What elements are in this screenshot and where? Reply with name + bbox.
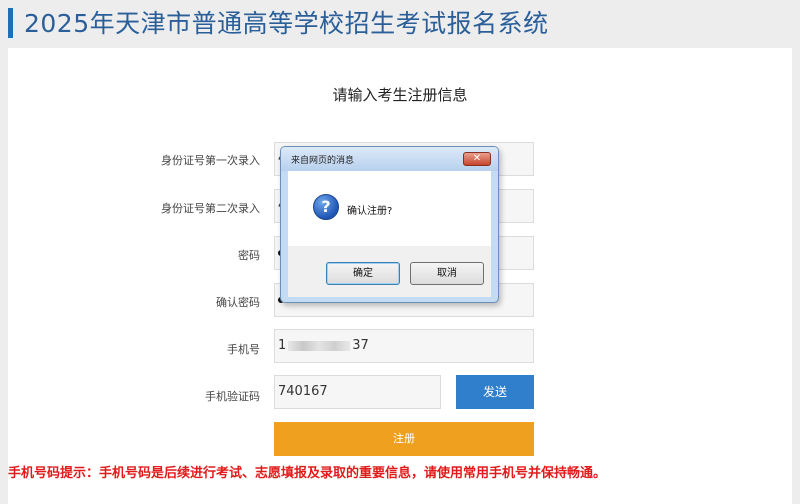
confirm-password-label: 确认密码 (216, 296, 260, 309)
question-icon: ? (313, 194, 339, 220)
page-header: 2025年天津市普通高等学校招生考试报名系统 (0, 0, 800, 44)
password-label: 密码 (238, 249, 260, 262)
dialog-title: 来自网页的消息 (291, 156, 355, 166)
phone-value-prefix: 1 (278, 338, 287, 353)
sms-code-input[interactable]: 740167 (274, 375, 441, 409)
dialog-footer: 确定 取消 (288, 246, 491, 297)
phone-tip: 手机号码提示：手机号码是后续进行考试、志愿填报及录取的重要信息，请使用常用手机号… (8, 466, 607, 481)
sms-code-value: 740167 (278, 384, 328, 399)
form-title: 请输入考生注册信息 (332, 86, 468, 104)
sms-code-label: 手机验证码 (205, 390, 260, 403)
ok-button[interactable]: 确定 (326, 262, 400, 285)
id-first-label: 身份证号第一次录入 (161, 154, 260, 167)
page-title: 2025年天津市普通高等学校招生考试报名系统 (24, 9, 549, 38)
send-code-button[interactable]: 发送 (456, 375, 534, 409)
confirm-dialog: 来自网页的消息 ✕ ? 确认注册? 确定 取消 (280, 146, 499, 303)
phone-input[interactable]: 1 37 (274, 329, 534, 363)
header-accent-bar (8, 8, 13, 38)
register-button[interactable]: 注册 (274, 422, 534, 456)
phone-value-suffix: 37 (352, 338, 369, 353)
id-second-label: 身份证号第二次录入 (161, 202, 260, 215)
close-icon[interactable]: ✕ (463, 152, 491, 166)
cancel-button[interactable]: 取消 (410, 262, 484, 285)
dialog-titlebar[interactable]: 来自网页的消息 ✕ (281, 147, 498, 171)
phone-redaction (288, 340, 351, 351)
dialog-message: 确认注册? (347, 206, 393, 217)
dialog-body: ? 确认注册? (288, 171, 491, 246)
phone-label: 手机号 (227, 343, 260, 356)
